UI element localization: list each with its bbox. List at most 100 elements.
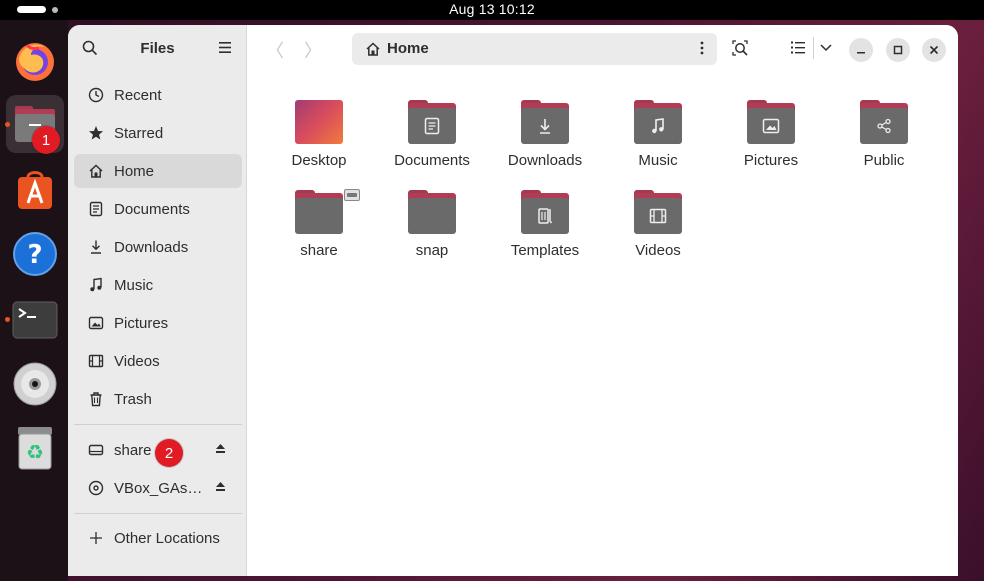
files-running-indicator bbox=[5, 122, 10, 127]
sidebar-item-starred[interactable]: Starred bbox=[74, 116, 242, 150]
documents-folder-icon bbox=[408, 100, 456, 144]
sidebar-item-videos[interactable]: Videos bbox=[74, 344, 242, 378]
sidebar-item-label: Other Locations bbox=[114, 529, 220, 547]
dock-trash[interactable]: ♻ bbox=[6, 419, 64, 477]
top-bar: Aug 13 10:12 bbox=[0, 0, 984, 20]
file-item-downloads[interactable]: Downloads bbox=[489, 98, 601, 184]
sidebar-item-trash[interactable]: Trash bbox=[74, 382, 242, 416]
sidebar-item-documents[interactable]: Documents bbox=[74, 192, 242, 226]
dock-firefox[interactable] bbox=[6, 32, 64, 90]
eject-icon[interactable] bbox=[215, 481, 226, 492]
search-files-icon[interactable] bbox=[731, 39, 749, 57]
sidebar-device-vbox[interactable]: VBox_GAs… bbox=[74, 471, 242, 505]
file-item-label: Desktop bbox=[291, 152, 347, 169]
sidebar-item-label: Music bbox=[114, 276, 154, 294]
main-pane: 〈 〉 Home Desktop Documents Downloads Mus… bbox=[248, 25, 958, 576]
dock-terminal[interactable] bbox=[6, 291, 64, 349]
desktop-folder-icon bbox=[295, 100, 343, 144]
minimize-button[interactable] bbox=[849, 38, 873, 62]
svg-text:?: ? bbox=[27, 240, 42, 270]
terminal-icon bbox=[12, 301, 58, 339]
file-item-label: Templates bbox=[510, 242, 580, 259]
forward-button[interactable]: 〉 bbox=[304, 37, 322, 63]
downloads-folder-icon bbox=[521, 100, 569, 144]
sidebar-item-music[interactable]: Music bbox=[74, 268, 242, 302]
toolbar-divider bbox=[813, 37, 814, 59]
videos-folder-icon bbox=[634, 190, 682, 234]
dock-app-center[interactable] bbox=[6, 160, 64, 218]
folder-icon bbox=[408, 190, 456, 234]
sidebar-item-label: Downloads bbox=[114, 238, 189, 256]
close-icon bbox=[929, 45, 939, 55]
document-icon bbox=[87, 200, 105, 218]
sidebar-header: Files bbox=[68, 25, 247, 71]
music-note-icon bbox=[87, 276, 105, 294]
path-bar[interactable]: Home bbox=[352, 33, 717, 65]
step-badge-1: 1 bbox=[32, 126, 60, 154]
sidebar-item-label: Home bbox=[114, 162, 155, 180]
drive-icon bbox=[87, 441, 105, 459]
file-item-videos[interactable]: Videos bbox=[602, 188, 714, 274]
file-item-label: Pictures bbox=[743, 152, 799, 169]
file-item-label: Videos bbox=[635, 242, 681, 259]
file-item-label: Downloads bbox=[507, 152, 583, 169]
file-item-desktop[interactable]: Desktop bbox=[263, 98, 375, 184]
home-icon bbox=[87, 162, 105, 180]
disc-icon bbox=[87, 479, 105, 497]
clock-icon bbox=[87, 86, 105, 104]
back-button[interactable]: 〈 bbox=[266, 37, 284, 63]
file-item-label: Public bbox=[863, 152, 905, 169]
file-item-snap[interactable]: snap bbox=[376, 188, 488, 274]
sidebar-item-label: Pictures bbox=[114, 314, 169, 332]
path-label: Home bbox=[387, 40, 429, 57]
dock: 1 ? ♻ bbox=[0, 20, 68, 581]
file-item-music[interactable]: Music bbox=[602, 98, 714, 184]
sidebar: Files Recent Starred Home Documents Down… bbox=[68, 25, 247, 576]
maximize-button[interactable] bbox=[886, 38, 910, 62]
sidebar-item-pictures[interactable]: Pictures bbox=[74, 306, 242, 340]
eject-icon[interactable] bbox=[215, 443, 226, 454]
sidebar-item-label: Documents bbox=[114, 200, 190, 218]
file-item-label: Music bbox=[638, 152, 678, 169]
close-button[interactable] bbox=[922, 38, 946, 62]
trash-icon bbox=[87, 390, 105, 408]
sidebar-item-label: Starred bbox=[114, 124, 164, 142]
disc-icon bbox=[13, 362, 57, 406]
svg-text:♻: ♻ bbox=[26, 440, 44, 464]
maximize-icon bbox=[893, 45, 903, 55]
sidebar-item-downloads[interactable]: Downloads bbox=[74, 230, 242, 264]
files-window: Files Recent Starred Home Documents Down… bbox=[68, 25, 958, 576]
terminal-running-indicator bbox=[5, 317, 10, 322]
plus-icon bbox=[87, 529, 105, 547]
sidebar-item-label: Recent bbox=[114, 86, 162, 104]
dock-help[interactable]: ? bbox=[6, 225, 64, 283]
share-folder-icon bbox=[295, 189, 360, 234]
film-icon bbox=[87, 352, 105, 370]
clock[interactable]: Aug 13 10:12 bbox=[0, 1, 984, 17]
firefox-icon bbox=[16, 43, 54, 81]
file-item-pictures[interactable]: Pictures bbox=[715, 98, 827, 184]
chevron-down-icon[interactable] bbox=[820, 44, 832, 52]
hamburger-menu-icon[interactable] bbox=[219, 42, 231, 53]
star-icon bbox=[87, 124, 105, 142]
help-icon: ? bbox=[13, 232, 57, 276]
header-bar: 〈 〉 Home bbox=[248, 25, 958, 71]
sidebar-item-recent[interactable]: Recent bbox=[74, 78, 242, 112]
download-icon bbox=[87, 238, 105, 256]
file-item-documents[interactable]: Documents bbox=[376, 98, 488, 184]
sidebar-item-home[interactable]: Home bbox=[74, 154, 242, 188]
file-item-label: snap bbox=[415, 242, 449, 259]
public-folder-icon bbox=[860, 100, 908, 144]
file-item-share[interactable]: share bbox=[263, 188, 375, 274]
picture-icon bbox=[87, 314, 105, 332]
dock-optical-disc[interactable] bbox=[6, 355, 64, 413]
file-item-templates[interactable]: Templates bbox=[489, 188, 601, 274]
kebab-menu-icon[interactable] bbox=[700, 41, 704, 55]
sidebar-item-other-locations[interactable]: Other Locations bbox=[74, 521, 242, 555]
mounted-drive-emblem-icon bbox=[344, 189, 360, 201]
recycle-bin-icon: ♻ bbox=[18, 427, 52, 470]
list-view-icon[interactable] bbox=[791, 41, 805, 54]
file-item-public[interactable]: Public bbox=[828, 98, 940, 184]
templates-folder-icon bbox=[521, 190, 569, 234]
file-item-label: share bbox=[300, 242, 338, 259]
